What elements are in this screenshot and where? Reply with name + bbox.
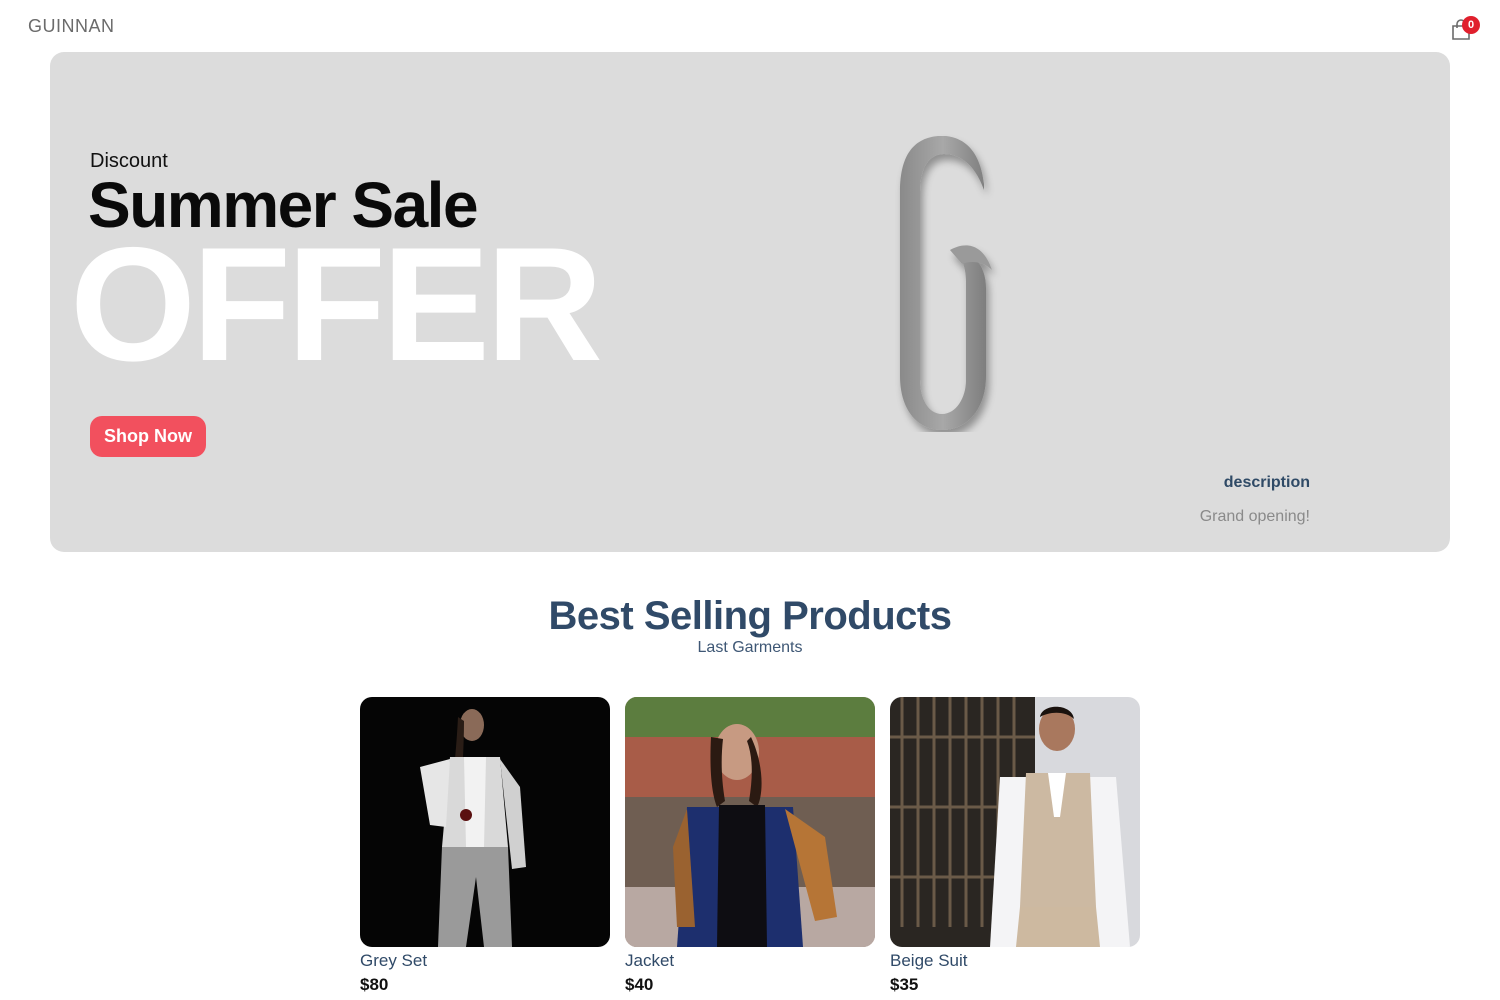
product-card[interactable]: Jacket $40 bbox=[625, 697, 875, 995]
brand-emblem-image bbox=[900, 136, 992, 430]
brand-logo[interactable]: GUINNAN bbox=[28, 16, 115, 37]
shop-now-button[interactable]: Shop Now bbox=[90, 416, 206, 457]
product-price: $80 bbox=[360, 975, 389, 994]
hero-large-text: OFFER bbox=[70, 214, 603, 395]
description-text: Grand opening! bbox=[1199, 508, 1310, 525]
top-navbar: GUINNAN 0 bbox=[0, 0, 1500, 52]
product-image[interactable] bbox=[625, 697, 875, 947]
product-image[interactable] bbox=[360, 697, 610, 947]
section-subtitle: Last Garments bbox=[697, 639, 803, 656]
product-card[interactable]: Beige Suit $35 bbox=[890, 697, 1140, 995]
product-name[interactable]: Jacket bbox=[625, 951, 875, 971]
cart-button[interactable]: 0 bbox=[1448, 16, 1484, 44]
product-name[interactable]: Grey Set bbox=[360, 951, 610, 971]
product-image[interactable] bbox=[890, 697, 1140, 947]
section-title: Best Selling Products bbox=[548, 594, 952, 638]
product-price: $40 bbox=[625, 975, 654, 994]
cart-count-badge: 0 bbox=[1462, 16, 1480, 34]
product-name[interactable]: Beige Suit bbox=[890, 951, 1140, 971]
description-title: description bbox=[1223, 474, 1310, 491]
hero-banner: Discount Summer Sale OFFER Shop Now desc… bbox=[50, 52, 1450, 552]
product-price: $35 bbox=[890, 975, 919, 994]
product-card[interactable]: Grey Set $80 bbox=[360, 697, 610, 995]
